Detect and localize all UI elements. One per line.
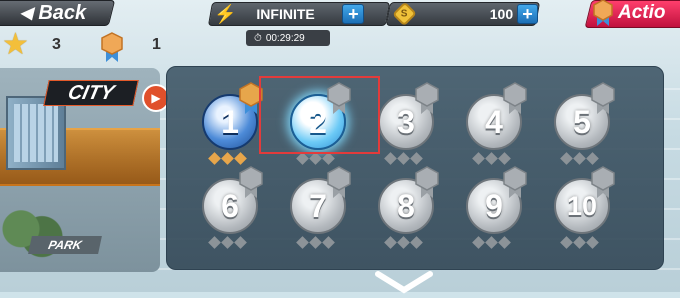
rating-diamonds <box>472 236 511 249</box>
timer-value: 00:29:29 <box>265 32 305 44</box>
medal-icon <box>503 166 527 198</box>
diamond-icon <box>573 236 586 249</box>
medal-icon <box>101 32 123 62</box>
diamond-icon <box>322 236 335 249</box>
diamond-icon <box>586 152 599 165</box>
level-button-10[interactable]: 10 <box>554 166 615 249</box>
diamond-icon <box>472 236 485 249</box>
diamond-icon <box>397 152 410 165</box>
level-button-9[interactable]: 9 <box>466 166 527 249</box>
diamond-icon <box>485 152 498 165</box>
back-button[interactable] <box>0 0 116 26</box>
selection-highlight <box>259 76 380 154</box>
rating-diamonds <box>384 236 423 249</box>
diamond-icon <box>384 236 397 249</box>
world-city-button[interactable]: CITY <box>43 80 139 106</box>
diamond-icon <box>221 236 234 249</box>
world-park-button[interactable]: PARK <box>28 236 102 254</box>
level-button-3[interactable]: 3 <box>378 82 439 165</box>
rating-diamonds <box>560 236 599 249</box>
diamond-icon <box>410 152 423 165</box>
level-number: 7 <box>309 187 327 224</box>
level-number: 5 <box>573 103 591 140</box>
lightning-icon: ⚡ <box>214 3 237 24</box>
diamond-icon <box>234 152 247 165</box>
diamond-icon <box>472 152 485 165</box>
diamond-icon <box>309 152 322 165</box>
diamond-icon <box>296 236 309 249</box>
rating-diamonds <box>208 152 247 165</box>
energy-timer: ⏱ 00:29:29 <box>246 30 330 46</box>
medal-icon <box>239 166 263 198</box>
rating-diamonds <box>208 236 247 249</box>
coin-icon: S <box>392 1 418 27</box>
diamond-icon <box>208 236 221 249</box>
level-button-6[interactable]: 6 <box>202 166 263 249</box>
diamond-icon <box>208 152 221 165</box>
diamond-icon <box>560 152 573 165</box>
diamond-icon <box>586 236 599 249</box>
level-number: 9 <box>485 187 503 224</box>
medal-icon <box>503 82 527 114</box>
medal-icon <box>327 166 351 198</box>
add-energy-button[interactable]: + <box>342 4 365 24</box>
energy-content: ⚡ INFINITE + <box>214 2 384 26</box>
level-number: 8 <box>397 187 415 224</box>
level-number: 1 <box>221 103 239 140</box>
diamond-icon <box>296 152 309 165</box>
chevron-down-icon[interactable] <box>372 268 436 298</box>
diamond-icon <box>309 236 322 249</box>
stars-count: 3 <box>52 36 61 53</box>
diamond-icon <box>221 152 234 165</box>
medal-icon <box>593 0 613 26</box>
diamond-icon <box>410 236 423 249</box>
rating-diamonds <box>560 152 599 165</box>
level-number: 4 <box>485 103 503 140</box>
coins-content: S 100 + <box>392 1 538 27</box>
diamond-icon <box>322 152 335 165</box>
world-park-label: PARK <box>46 238 84 252</box>
diamond-icon <box>397 236 410 249</box>
rating-diamonds <box>296 236 335 249</box>
level-button-1[interactable]: 1 <box>202 82 263 165</box>
rating-diamonds <box>296 152 335 165</box>
medal-icon <box>415 166 439 198</box>
diamond-icon <box>384 152 397 165</box>
diamond-icon <box>560 236 573 249</box>
medal-icon <box>591 82 615 114</box>
diamond-icon <box>498 152 511 165</box>
diamond-icon <box>498 236 511 249</box>
building-image <box>6 96 66 170</box>
action-label: Actio <box>618 2 666 23</box>
diamond-icon <box>234 236 247 249</box>
level-button-8[interactable]: 8 <box>378 166 439 249</box>
rating-diamonds <box>384 152 423 165</box>
top-bar: ◀ Back ⚡ INFINITE + S 100 + Actio <box>0 0 680 28</box>
coins-value: 100 <box>489 6 514 22</box>
rating-diamonds <box>472 152 511 165</box>
diamond-icon <box>573 152 586 165</box>
level-button-4[interactable]: 4 <box>466 82 527 165</box>
level-button-5[interactable]: 5 <box>554 82 615 165</box>
star-icon: ★ <box>2 28 29 61</box>
medal-icon <box>591 166 615 198</box>
level-number: 3 <box>397 103 415 140</box>
medals-count: 1 <box>152 36 161 53</box>
world-city-label: CITY <box>65 81 117 104</box>
add-coins-button[interactable]: + <box>517 4 538 24</box>
level-button-7[interactable]: 7 <box>290 166 351 249</box>
diamond-icon <box>485 236 498 249</box>
clock-icon: ⏱ <box>254 32 262 44</box>
energy-value: INFINITE <box>256 6 315 22</box>
medal-icon <box>415 82 439 114</box>
level-number: 6 <box>221 187 239 224</box>
